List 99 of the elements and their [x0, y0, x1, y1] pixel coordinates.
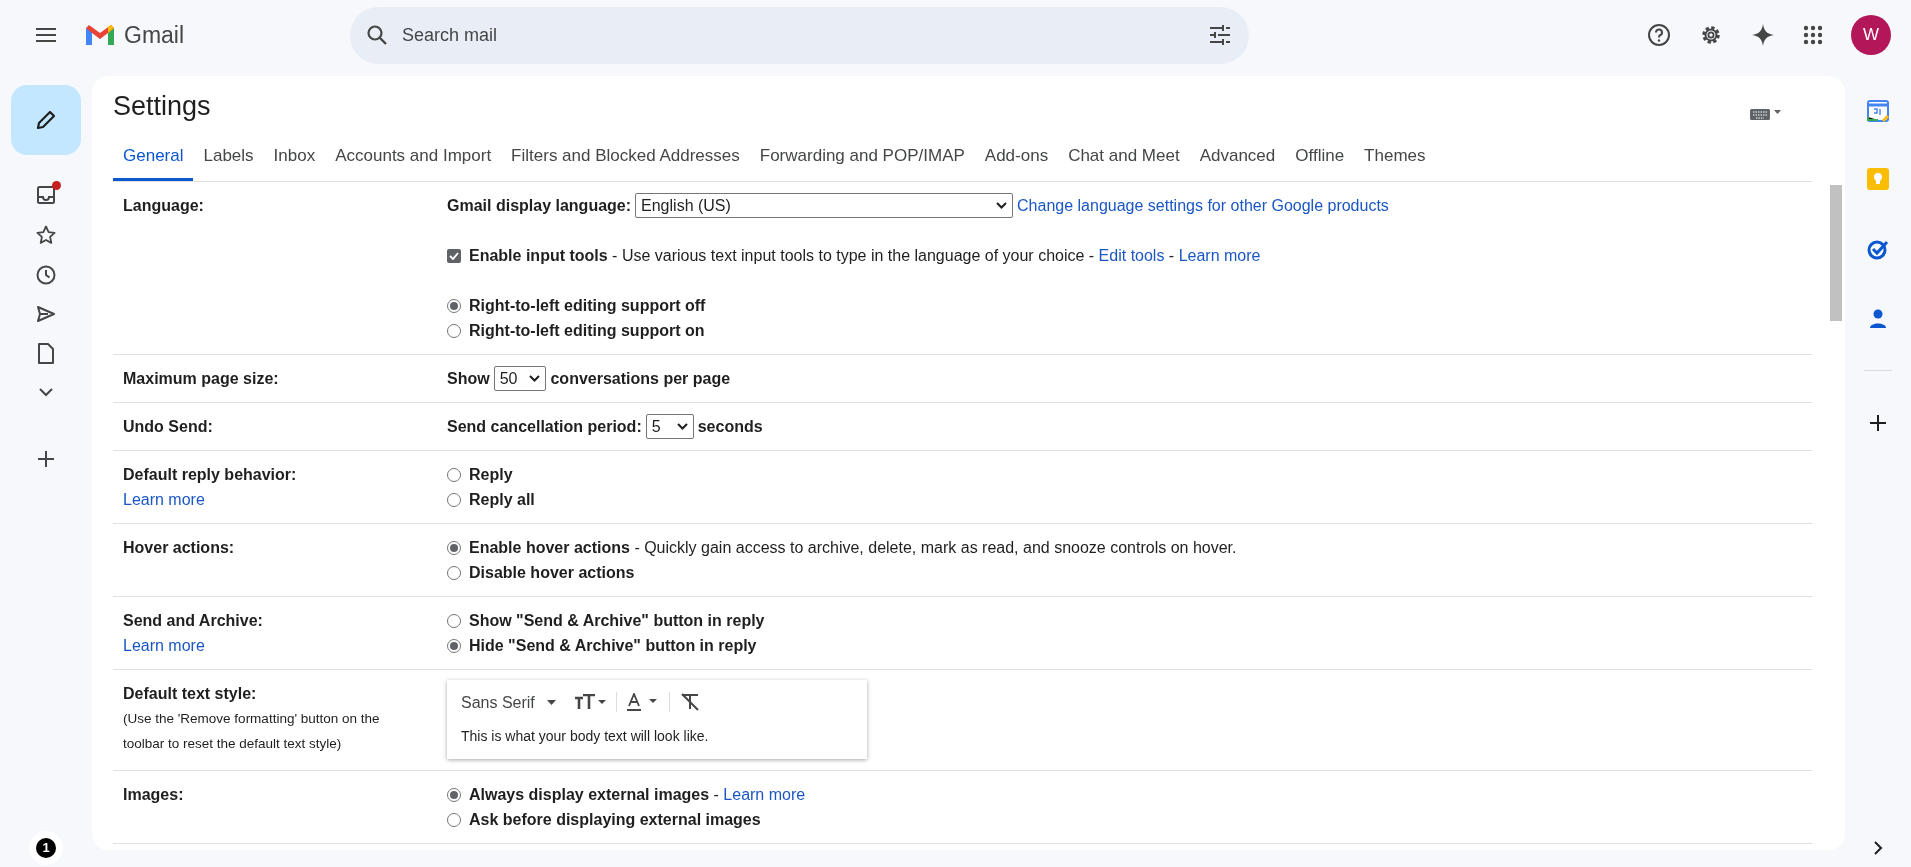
menu-icon[interactable]	[35, 27, 57, 43]
support-button[interactable]: 1	[29, 831, 63, 865]
settings-tab[interactable]: Chat and Meet	[1058, 134, 1190, 181]
settings-tab[interactable]: Offline	[1285, 134, 1355, 181]
settings-tab[interactable]: Inbox	[263, 134, 326, 181]
setting-label: Send and Archive:	[123, 611, 263, 631]
setting-label: Language:	[123, 196, 204, 216]
setting-label: Default text style:	[123, 684, 257, 704]
radio-button[interactable]	[447, 638, 461, 653]
description-text: -	[1167, 246, 1176, 266]
link[interactable]: Learn more	[1178, 243, 1261, 268]
link[interactable]: Edit tools	[1098, 243, 1165, 268]
filter-options-icon[interactable]	[1209, 25, 1232, 45]
chevron-right-icon[interactable]	[1873, 841, 1883, 855]
settings-tab[interactable]: Forwarding and POP/IMAP	[749, 134, 975, 181]
setting-label: Default reply behavior:	[123, 465, 297, 485]
setting-label: Maximum page size:	[123, 369, 279, 389]
plus-icon[interactable]	[1870, 415, 1886, 431]
option-label: seconds	[697, 417, 763, 437]
chevron-down-icon[interactable]	[39, 388, 53, 397]
setting-label: Images:	[123, 785, 184, 805]
dropdown[interactable]: 5	[645, 414, 694, 439]
chevron-down-icon	[676, 423, 688, 430]
description-text: - Use various text input tools to type in the language of your choice -	[611, 246, 1096, 266]
help-icon[interactable]	[1647, 23, 1671, 47]
search-bar[interactable]: Search mail	[350, 6, 1250, 64]
text-size-icon[interactable]	[573, 694, 606, 710]
radio-button[interactable]	[447, 467, 461, 482]
radio-button[interactable]	[447, 298, 461, 313]
send-icon[interactable]	[36, 305, 56, 323]
option-label: Show	[447, 369, 490, 389]
page-title: Settings	[113, 90, 211, 123]
app-name: Gmail	[124, 20, 185, 50]
option-label: Show "Send & Archive" button in reply	[469, 611, 765, 631]
search-icon[interactable]	[366, 24, 389, 46]
option-label: Always display external images	[469, 785, 710, 805]
option-label: Send cancellation period:	[447, 417, 642, 437]
calendar-icon[interactable]	[1867, 100, 1889, 122]
settings-tab[interactable]: General	[113, 134, 194, 181]
text-color-icon[interactable]	[626, 693, 659, 711]
sparkle-icon[interactable]	[1751, 23, 1775, 47]
option-label: Reply all	[469, 490, 535, 510]
radio-button[interactable]	[447, 787, 461, 802]
option-label: Enable hover actions	[469, 538, 630, 558]
dropdown[interactable]: 50	[493, 366, 547, 391]
person-icon[interactable]	[1868, 308, 1888, 330]
search-field[interactable]: Search mail	[402, 21, 1210, 49]
plus-icon[interactable]	[38, 451, 54, 467]
radio-button[interactable]	[447, 323, 461, 338]
link[interactable]: Change language settings for other Google products	[1017, 193, 1389, 218]
option-label: Hide "Send & Archive" button in reply	[469, 636, 757, 656]
radio-button[interactable]	[447, 812, 461, 827]
option-label: Right-to-left editing support off	[469, 296, 706, 316]
settings-icon[interactable]	[1699, 23, 1723, 47]
chevron-down-icon	[529, 375, 541, 382]
star-icon[interactable]	[36, 225, 56, 245]
setting-label: Undo Send:	[123, 417, 213, 437]
keyboard-icon[interactable]	[1750, 106, 1782, 120]
scrollbar-thumb[interactable]	[1830, 185, 1842, 321]
option-label: Disable hover actions	[469, 563, 635, 583]
description-text: - Quickly gain access to archive, delete, mark as read, and snooze controls on hover.	[633, 538, 1237, 558]
radio-button[interactable]	[447, 540, 461, 555]
settings-tab[interactable]: Accounts and Import	[325, 134, 502, 181]
radio-button[interactable]	[447, 492, 461, 507]
pencil-icon	[35, 109, 57, 131]
task-check-icon[interactable]	[1867, 238, 1889, 260]
link[interactable]: Learn more	[723, 782, 806, 807]
option-label: Right-to-left editing support on	[469, 321, 705, 341]
settings-tab[interactable]: Labels	[193, 134, 264, 181]
radio-button[interactable]	[447, 613, 461, 628]
document-icon[interactable]	[37, 343, 55, 364]
link[interactable]: Learn more	[123, 633, 205, 658]
setting-note: (Use the 'Remove formatting' button on the toolbar to reset the default text style)	[123, 710, 381, 753]
option-label: Gmail display language:	[447, 196, 632, 216]
sample-text: This is what your body text will look like.	[461, 727, 710, 746]
settings-tab[interactable]: Add-ons	[974, 134, 1059, 181]
option-label: Reply	[469, 465, 513, 485]
description-text: -	[712, 785, 720, 805]
settings-tab[interactable]: Advanced	[1189, 134, 1286, 181]
dropdown[interactable]: English (US)	[635, 193, 1014, 218]
gmail-logo-icon	[84, 23, 116, 47]
checkbox[interactable]	[447, 248, 461, 263]
option-label: Enable input tools	[469, 246, 608, 266]
radio-button[interactable]	[447, 565, 461, 580]
clock-icon[interactable]	[36, 265, 56, 285]
caret-icon	[546, 699, 556, 705]
option-label: conversations per page	[550, 369, 731, 389]
link[interactable]: Learn more	[123, 487, 205, 512]
settings-tab[interactable]: Filters and Blocked Addresses	[501, 134, 750, 181]
option-label: Ask before displaying external images	[469, 810, 761, 830]
compose-button[interactable]	[11, 85, 81, 155]
font-dropdown[interactable]: Sans Serif	[461, 689, 558, 715]
chevron-down-icon	[996, 202, 1008, 209]
inbox-icon[interactable]	[36, 185, 56, 205]
remove-formatting-icon[interactable]	[679, 693, 700, 711]
settings-tab[interactable]: Themes	[1354, 134, 1436, 181]
account-avatar[interactable]: W	[1851, 15, 1891, 55]
setting-label: Hover actions:	[123, 538, 235, 558]
apps-icon[interactable]	[1803, 25, 1823, 45]
